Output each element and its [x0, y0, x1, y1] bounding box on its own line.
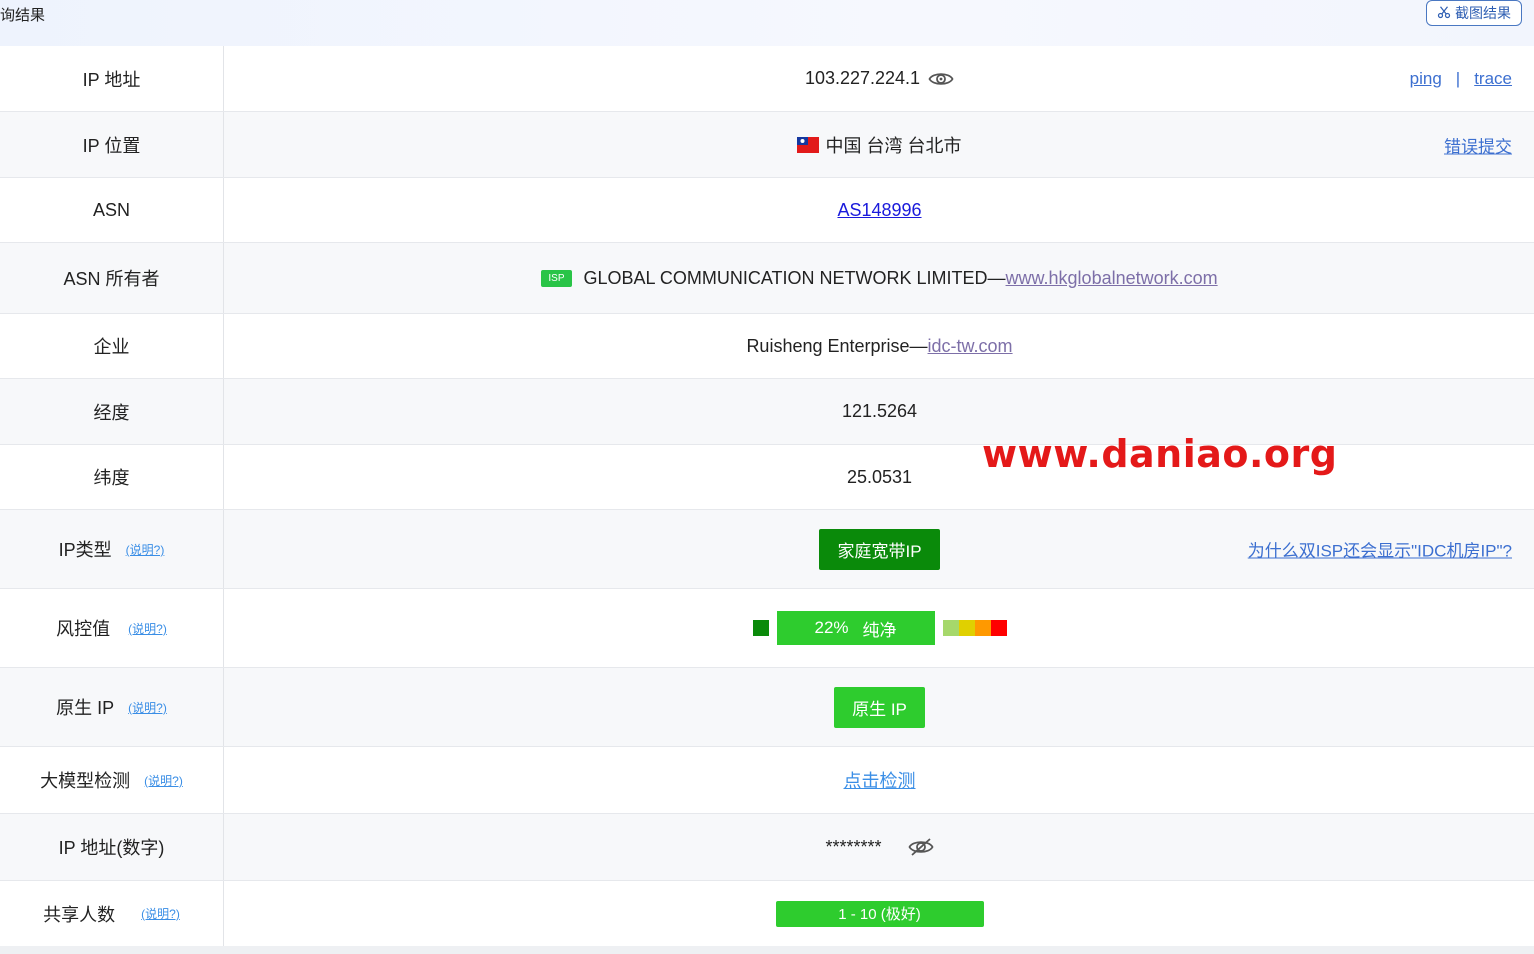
native-cell: 原生 IP [225, 668, 1534, 746]
row-label: 共享人数 [43, 904, 116, 925]
location-value: 中国 台湾 台北市 [825, 135, 962, 156]
row-label: IP 位置 [0, 112, 224, 177]
row-native-ip: 原生 IP (说明?) 原生 IP [0, 668, 1534, 747]
ping-link[interactable]: ping [1410, 69, 1442, 88]
row-label: 原生 IP [56, 698, 115, 718]
eye-icon[interactable] [928, 70, 954, 88]
asn-owner-cell: ISP GLOBAL COMMUNICATION NETWORK LIMITED… [225, 243, 1534, 313]
screenshot-button-label: 截图结果 [1455, 5, 1511, 21]
longitude-value: 121.5264 [841, 401, 918, 421]
eye-off-icon[interactable] [907, 837, 934, 857]
help-link[interactable]: (说明?) [141, 905, 180, 922]
result-header: 询结果 截图结果 [0, 0, 1534, 46]
row-asn-owner: ASN 所有者 ISP GLOBAL COMMUNICATION NETWORK… [0, 243, 1534, 314]
risk-scale-segment [974, 620, 991, 636]
ip-numeric-cell: ******** [225, 814, 1534, 880]
asn-value-cell: AS148996 [225, 178, 1534, 242]
asn-owner-website-link[interactable]: www.hkglobalnetwork.com [1006, 268, 1218, 289]
row-label-cell: 大模型检测 (说明?) [0, 747, 224, 813]
location-value-cell: 中国 台湾 台北市 [225, 112, 1534, 177]
risk-scale-segment [942, 620, 959, 636]
dual-isp-question-link[interactable]: 为什么双ISP还会显示"IDC机房IP"? [1248, 537, 1512, 562]
row-label-cell: 原生 IP (说明?) [0, 668, 224, 746]
row-ip-address: IP 地址 103.227.224.1 ping | trace [0, 46, 1534, 112]
risk-status: 纯净 [862, 620, 897, 640]
scissors-icon [1437, 5, 1451, 22]
risk-scale-segment [958, 620, 975, 636]
row-label: IP类型 [58, 540, 112, 560]
help-link[interactable]: (说明?) [126, 541, 165, 558]
row-label: 企业 [0, 314, 224, 378]
row-enterprise: 企业 Ruisheng Enterprise— idc-tw.com [0, 314, 1534, 379]
trace-link[interactable]: trace [1474, 69, 1512, 88]
row-label-cell: IP类型 (说明?) [0, 510, 224, 588]
help-link[interactable]: (说明?) [128, 699, 167, 716]
screenshot-button[interactable]: 截图结果 [1426, 0, 1522, 26]
row-label: IP 地址 [0, 46, 224, 111]
row-ip-location: IP 位置 中国 台湾 台北市 错误提交 [0, 112, 1534, 178]
row-ip-type: IP类型 (说明?) 家庭宽带IP 为什么双ISP还会显示"IDC机房IP"? [0, 510, 1534, 589]
risk-scale [942, 620, 1007, 636]
row-label: 大模型检测 [40, 771, 131, 791]
divider [0, 946, 1534, 954]
enterprise-name: Ruisheng Enterprise— [746, 335, 928, 356]
page-title: 询结果 [0, 7, 46, 24]
ip-type-badge: 家庭宽带IP [819, 528, 940, 570]
row-llm-detection: 大模型检测 (说明?) 点击检测 [0, 747, 1534, 814]
ip-actions: ping | trace [1410, 69, 1512, 89]
detect-link[interactable]: 点击检测 [844, 767, 916, 793]
row-label: ASN 所有者 [0, 243, 224, 313]
row-ip-numeric: IP 地址(数字) ******** [0, 814, 1534, 881]
sharing-badge: 1 - 10 (极好) [775, 900, 984, 927]
row-asn: ASN AS148996 [0, 178, 1534, 243]
row-label: 纬度 [0, 445, 224, 509]
watermark: www.daniao.org [982, 432, 1338, 476]
sharing-cell: 1 - 10 (极好) [225, 881, 1534, 946]
ip-numeric-masked: ******** [825, 836, 882, 857]
ip-address-value: 103.227.224.1 [804, 68, 921, 88]
row-sharing: 共享人数 (说明?) 1 - 10 (极好) [0, 881, 1534, 947]
native-ip-badge: 原生 IP [834, 686, 925, 728]
row-label: IP 地址(数字) [0, 814, 224, 880]
risk-start-marker [752, 620, 769, 636]
latitude-value: 25.0531 [846, 466, 913, 487]
row-label-cell: 风控值 (说明?) [0, 589, 224, 667]
row-label-cell: 共享人数 (说明?) [0, 881, 224, 946]
ip-value-cell: 103.227.224.1 [225, 46, 1534, 111]
help-link[interactable]: (说明?) [128, 620, 167, 637]
risk-meter: 22% 纯净 [752, 611, 1007, 645]
risk-cell: 22% 纯净 [225, 589, 1534, 667]
enterprise-cell: Ruisheng Enterprise— idc-tw.com [225, 314, 1534, 378]
asn-owner-name: GLOBAL COMMUNICATION NETWORK LIMITED— [583, 267, 1006, 288]
separator: | [1455, 68, 1461, 88]
llm-cell: 点击检测 [225, 747, 1534, 813]
enterprise-website-link[interactable]: idc-tw.com [928, 336, 1013, 357]
isp-badge: ISP [541, 269, 572, 287]
help-link[interactable]: (说明?) [144, 772, 183, 789]
risk-bar: 22% 纯净 [776, 611, 935, 645]
row-label: 经度 [0, 379, 224, 444]
row-risk-score: 风控值 (说明?) 22% 纯净 [0, 589, 1534, 668]
flag-icon [797, 136, 820, 153]
error-report-link[interactable]: 错误提交 [1444, 132, 1512, 157]
risk-percent: 22% [814, 618, 849, 637]
risk-scale-segment [990, 620, 1007, 636]
asn-link[interactable]: AS148996 [837, 200, 921, 221]
row-label: ASN [0, 178, 224, 242]
row-label: 风控值 [56, 619, 111, 639]
